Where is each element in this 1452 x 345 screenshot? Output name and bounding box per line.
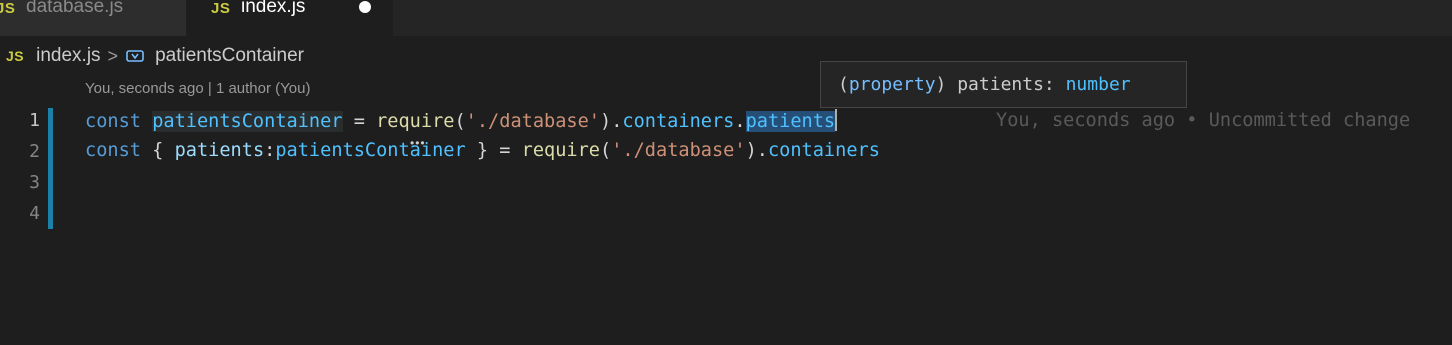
hover-paren: ( — [838, 74, 849, 95]
line-number: 1 — [29, 110, 40, 131]
hover-signature: ) patients: — [935, 74, 1066, 95]
operator: = — [342, 111, 377, 132]
dot: . — [734, 111, 746, 132]
chevron-right-icon: > — [107, 45, 119, 66]
js-file-icon: JS — [6, 48, 25, 64]
tab-label: index.js — [241, 0, 306, 17]
paren: ). — [745, 140, 768, 161]
unsaved-dot-icon[interactable] — [359, 1, 371, 13]
breadcrumb: JS index.js > patientsContainer — [0, 36, 304, 76]
tab-bar: JS database.js JS index.js — [0, 0, 1452, 36]
breadcrumb-symbol[interactable]: patientsContainer — [155, 45, 304, 67]
code-line-2[interactable]: const { patients:patientsContainer } = r… — [85, 140, 880, 161]
keyword: const — [85, 140, 141, 161]
paren: ). — [600, 111, 623, 132]
function-token: require — [521, 140, 601, 161]
hint-dots-icon[interactable]: ••• — [410, 136, 426, 150]
line-number: 2 — [29, 141, 40, 162]
js-file-icon: JS — [0, 0, 16, 17]
code-line-1[interactable]: const patientsContainer = require('./dat… — [85, 109, 838, 132]
breadcrumb-file[interactable]: index.js — [36, 45, 100, 67]
tab-index-js[interactable]: JS index.js — [186, 0, 393, 36]
string-token: './database' — [465, 111, 601, 132]
property-token: containers — [767, 140, 880, 161]
git-blame-codelens[interactable]: You, seconds ago | 1 author (You) — [85, 80, 310, 97]
line-number: 4 — [29, 203, 40, 224]
tab-label: database.js — [26, 0, 124, 17]
inline-blame: You, seconds ago • Uncommitted change — [996, 110, 1411, 131]
hover-type: number — [1065, 74, 1131, 95]
function-token: require — [376, 111, 455, 132]
keyword: const — [85, 111, 141, 132]
property-token: containers — [622, 111, 735, 132]
js-file-icon: JS — [211, 0, 231, 17]
text-cursor — [835, 109, 838, 131]
paren: ( — [454, 111, 466, 132]
brace: { — [140, 140, 175, 161]
string-token: './database' — [611, 140, 746, 161]
property-token-highlighted: patients — [745, 111, 836, 132]
variable-token: patientsContainer — [275, 140, 466, 161]
hover-keyword: property — [848, 74, 936, 95]
brace: } = — [465, 140, 522, 161]
tab-database-js[interactable]: JS database.js — [0, 0, 186, 36]
modified-lines-indicator[interactable] — [48, 108, 53, 229]
hover-tooltip: (property) patients: number — [820, 61, 1187, 108]
line-number: 3 — [29, 172, 40, 193]
symbol-variable-icon — [125, 46, 145, 66]
variable-token: patientsContainer — [152, 111, 343, 132]
paren: ( — [600, 140, 612, 161]
colon: : — [264, 140, 276, 161]
property-token: patients — [174, 140, 265, 161]
